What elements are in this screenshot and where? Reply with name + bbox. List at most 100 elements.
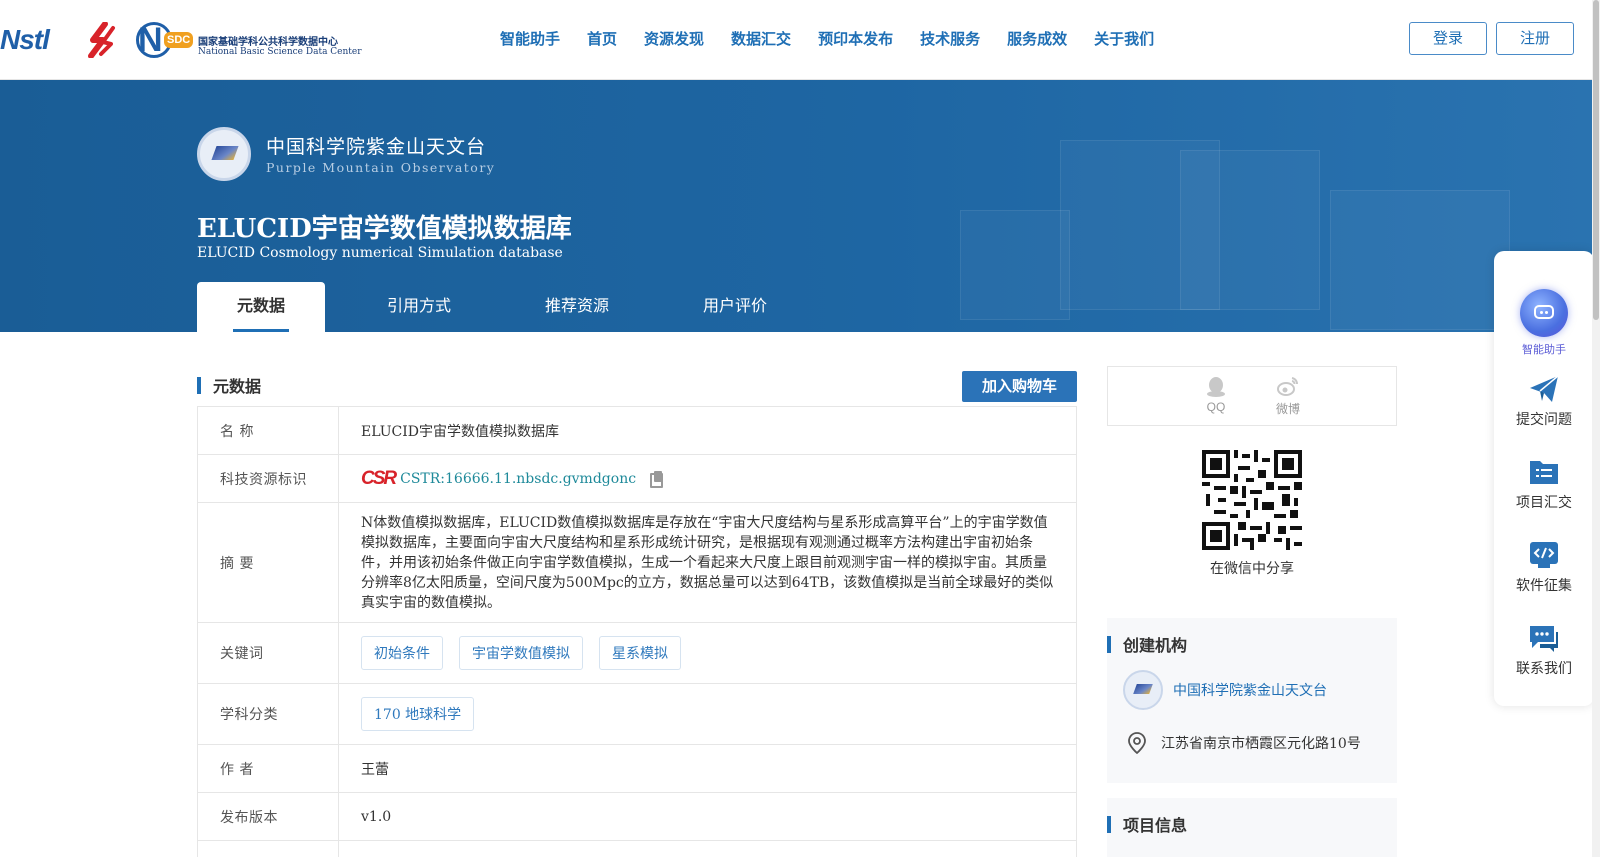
- share-qq-label: QQ: [1206, 400, 1226, 414]
- qq-icon: [1205, 375, 1227, 397]
- keyword-tag[interactable]: 星系模拟: [599, 636, 681, 670]
- share-weibo-label: 微博: [1275, 402, 1300, 416]
- subject-tag[interactable]: 170 地球科学: [361, 697, 475, 731]
- nav-home[interactable]: 首页: [587, 28, 617, 49]
- table-row: 学科分类 170 地球科学: [197, 684, 1077, 745]
- float-ai-assistant[interactable]: 智能助手: [1494, 289, 1594, 357]
- tab-metadata[interactable]: 元数据: [197, 282, 325, 332]
- project-panel-header: 项目信息: [1107, 812, 1187, 836]
- subject-cell: 170 地球科学: [339, 684, 1076, 744]
- abstract-cell: N体数值模拟数据库，ELUCID数值模拟数据库是存放在“宇宙大尺度结构与星系形成…: [339, 503, 1076, 622]
- nstl-logo[interactable]: Nstl: [0, 24, 50, 56]
- tab-reviews[interactable]: 用户评价: [671, 282, 799, 332]
- banner-decoration: [960, 210, 1070, 320]
- share-box: QQ 微博: [1107, 366, 1397, 426]
- nsdc-logo[interactable]: N SDC 国家基础学科公共科学数据中心 National Basic Scie…: [136, 20, 362, 60]
- section-accent-bar: [197, 376, 201, 394]
- abstract-label: 摘 要: [198, 503, 339, 622]
- s-logo[interactable]: [83, 21, 121, 59]
- float-software-label: 软件征集: [1516, 577, 1572, 593]
- nav-data-submission[interactable]: 数据汇交: [731, 28, 791, 49]
- main-nav: 智能助手 首页 资源发现 数据汇交 预印本发布 技术服务 服务成效 关于我们: [500, 28, 1181, 49]
- float-submit-question[interactable]: 提交问题: [1494, 373, 1594, 429]
- nav-resource-discovery[interactable]: 资源发现: [644, 28, 704, 49]
- nav-ai-assistant[interactable]: 智能助手: [500, 28, 560, 49]
- nsdc-name-cn: 国家基础学科公共科学数据中心: [198, 37, 338, 48]
- author-value: 王蕾: [361, 761, 389, 778]
- page-title: ELUCID宇宙学数值模拟数据库: [197, 214, 572, 244]
- resource-tabs: 元数据 引用方式 推荐资源 用户评价: [197, 282, 829, 332]
- table-row: 名 称 ELUCID宇宙学数值模拟数据库: [197, 407, 1077, 455]
- share-weibo[interactable]: 微博: [1268, 375, 1308, 417]
- creator-org[interactable]: 中国科学院紫金山天文台: [1123, 670, 1327, 710]
- scrollbar-thumb[interactable]: [1593, 0, 1599, 320]
- location-pin-icon: [1128, 732, 1146, 754]
- floating-toolbar: 智能助手 提交问题 项目汇交 软件征集 联系我们: [1494, 251, 1594, 706]
- robot-icon: [1520, 289, 1568, 337]
- code-icon: [1528, 539, 1560, 571]
- creator-address: 江苏省南京市栖霞区元化路10号: [1161, 736, 1361, 752]
- page-subtitle: ELUCID Cosmology numerical Simulation da…: [197, 245, 563, 261]
- project-panel: 项目信息: [1107, 798, 1397, 857]
- tab-recommended[interactable]: 推荐资源: [513, 282, 641, 332]
- keyword-tag[interactable]: 宇宙学数值模拟: [459, 636, 583, 670]
- keywords-cell: 初始条件 宇宙学数值模拟 星系模拟: [339, 623, 1076, 683]
- nav-service-results[interactable]: 服务成效: [1007, 28, 1067, 49]
- register-button[interactable]: 注册: [1496, 22, 1574, 55]
- nsdc-name-en: National Basic Science Data Center: [198, 47, 362, 57]
- creator-title: 创建机构: [1123, 638, 1188, 655]
- creator-panel-header: 创建机构: [1107, 632, 1187, 656]
- author-label: 作 者: [198, 745, 339, 792]
- creator-org-name[interactable]: 中国科学院紫金山天文台: [1173, 680, 1327, 700]
- qr-code-image: [1202, 450, 1302, 550]
- metadata-table: 名 称 ELUCID宇宙学数值模拟数据库 科技资源标识 CSR CSTR:166…: [197, 406, 1077, 857]
- resource-banner: 中国科学院紫金山天文台 Purple Mountain Observatory …: [0, 80, 1592, 332]
- banner-decoration: [1180, 150, 1320, 310]
- float-project-label: 项目汇交: [1516, 494, 1572, 510]
- org-name-en: Purple Mountain Observatory: [266, 160, 496, 175]
- abstract-value: N体数值模拟数据库，ELUCID数值模拟数据库是存放在“宇宙大尺度结构与星系形成…: [361, 514, 1054, 611]
- float-software-collection[interactable]: 软件征集: [1494, 539, 1594, 595]
- wechat-qr-code: [1202, 450, 1302, 550]
- nav-preprint[interactable]: 预印本发布: [818, 28, 893, 49]
- float-contact-label: 联系我们: [1516, 660, 1572, 676]
- folder-list-icon: [1528, 456, 1560, 488]
- nsdc-n-letter: N: [138, 21, 163, 59]
- nav-about[interactable]: 关于我们: [1094, 28, 1154, 49]
- page-scrollbar[interactable]: [1592, 0, 1600, 857]
- metadata-section-title: 元数据: [213, 379, 262, 396]
- cstr-link[interactable]: CSTR:16666.11.nbsdc.gvmdgonc: [400, 471, 636, 487]
- nsdc-badge: SDC: [164, 32, 194, 48]
- table-row: 科技资源标识 CSR CSTR:16666.11.nbsdc.gvmdgonc: [197, 455, 1077, 503]
- banner-decoration: [1330, 190, 1510, 330]
- table-row: 作 者 王蕾: [197, 745, 1077, 793]
- float-contact-us[interactable]: 联系我们: [1494, 622, 1594, 678]
- keyword-tag[interactable]: 初始条件: [361, 636, 443, 670]
- next-value: [339, 841, 1076, 857]
- login-button[interactable]: 登录: [1409, 22, 1487, 55]
- nav-tech-service[interactable]: 技术服务: [920, 28, 980, 49]
- next-label: [198, 841, 339, 857]
- project-title: 项目信息: [1123, 818, 1188, 835]
- creator-address-row: 江苏省南京市栖霞区元化路10号: [1127, 732, 1361, 754]
- section-accent-bar: [1107, 635, 1111, 653]
- chat-bubble-icon: [1528, 622, 1560, 654]
- tab-citation[interactable]: 引用方式: [355, 282, 483, 332]
- table-row: 关键词 初始条件 宇宙学数值模拟 星系模拟: [197, 623, 1077, 684]
- share-qq[interactable]: QQ: [1196, 375, 1236, 414]
- wechat-share-label: 在微信中分享: [1210, 560, 1294, 576]
- name-value: ELUCID宇宙学数值模拟数据库: [361, 423, 560, 440]
- top-header: Nstl N SDC 国家基础学科公共科学数据中心 National Basic…: [0, 0, 1600, 80]
- subject-label: 学科分类: [198, 684, 339, 744]
- table-row: 摘 要 N体数值模拟数据库，ELUCID数值模拟数据库是存放在“宇宙大尺度结构与…: [197, 503, 1077, 623]
- metadata-section-header: 元数据: [197, 373, 261, 397]
- version-label: 发布版本: [198, 793, 339, 840]
- float-project-submission[interactable]: 项目汇交: [1494, 456, 1594, 512]
- copy-icon[interactable]: [650, 471, 664, 488]
- float-submit-label: 提交问题: [1516, 411, 1572, 427]
- cstr-cell: CSR CSTR:16666.11.nbsdc.gvmdgonc: [339, 455, 1076, 502]
- add-to-cart-button[interactable]: 加入购物车: [962, 371, 1077, 402]
- creator-panel: 创建机构 中国科学院紫金山天文台 江苏省南京市栖霞区元化路10号: [1107, 618, 1397, 783]
- org-name-cn[interactable]: 中国科学院紫金山天文台: [266, 132, 486, 159]
- org-emblem: [197, 127, 251, 181]
